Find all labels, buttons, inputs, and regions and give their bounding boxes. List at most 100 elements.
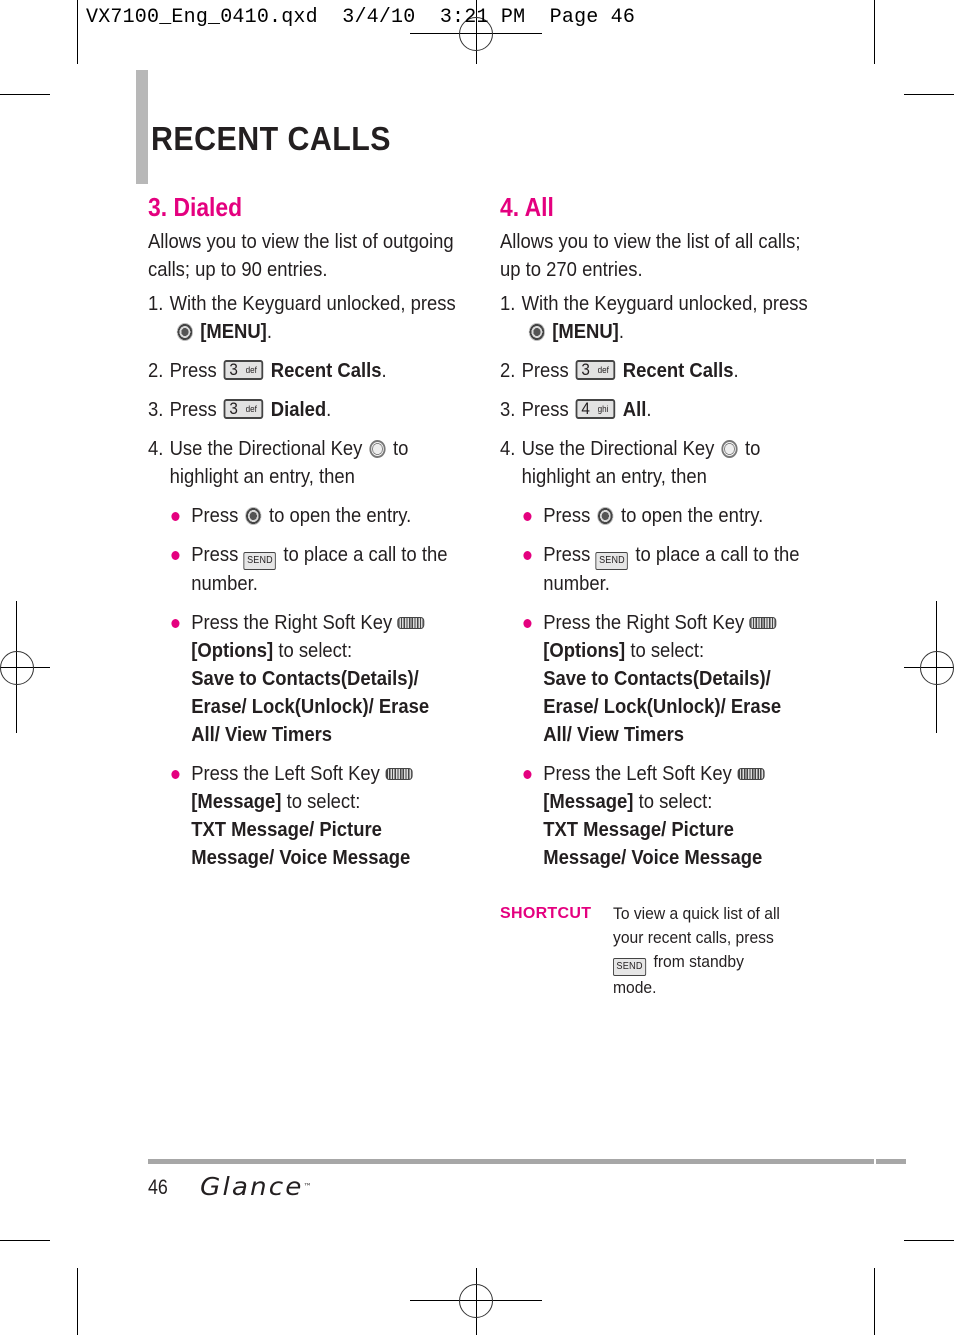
step-number: 2. (500, 359, 516, 382)
bullet-bold: [Options] (543, 639, 626, 662)
ok-key-icon (245, 507, 262, 525)
bullet-message: Press the Left Soft Key [Message] to sel… (500, 760, 813, 872)
options-list: TXT Message/ Picture Message/ Voice Mess… (543, 818, 763, 869)
punct: . (618, 320, 624, 343)
key-digit: 3 (581, 360, 590, 379)
key-3-icon: 3 def (223, 399, 264, 419)
step-1: 1. With the Keyguard unlocked, press [MEN… (148, 290, 467, 346)
step-text: Press (521, 398, 569, 421)
bullet-text: Press the Right Soft Key (543, 611, 745, 634)
bullet-text: Press the Right Soft Key (191, 611, 393, 634)
step-4: 4. Use the Directional Key to highlight a… (148, 435, 467, 491)
step-text: With the Keyguard unlocked, press (521, 292, 808, 315)
step-bold: Dialed (270, 398, 327, 421)
bullet-dot-icon (171, 551, 180, 560)
bullet-message: Press the Left Soft Key [Message] to sel… (148, 760, 461, 872)
send-key-icon: SEND (243, 552, 277, 570)
step-number: 1. (500, 292, 516, 315)
bullet-dot-icon (171, 512, 180, 521)
section-all: 4. All Allows you to view the list of al… (500, 190, 810, 883)
key-4-icon: 4 ghi (575, 399, 616, 419)
bullet-text: Press (191, 543, 239, 566)
registration-mark (0, 651, 34, 685)
bullet-text: to select: (286, 790, 361, 813)
send-key-icon: SEND (595, 552, 629, 570)
key-letters: def (597, 365, 609, 375)
step-number: 3. (148, 398, 164, 421)
bullet-options: Press the Right Soft Key [Options] to se… (500, 609, 813, 749)
right-soft-key-icon (749, 617, 777, 629)
bullet-options: Press the Right Soft Key [Options] to se… (148, 609, 461, 749)
bullet-place-call: Press SEND to place a call to the number. (500, 541, 813, 598)
bullet-text: Press the Left Soft Key (191, 762, 380, 785)
shortcut-text: To view a quick list of all your recent … (613, 902, 788, 1000)
bullet-text: to select: (630, 639, 705, 662)
key-digit: 4 (581, 399, 590, 418)
bullet-dot-icon (523, 551, 532, 560)
bullet-text: Press (543, 504, 591, 527)
crop-mark (0, 94, 50, 95)
section-dialed: 3. Dialed Allows you to view the list of… (148, 190, 458, 883)
directional-key-icon (721, 440, 738, 458)
bullet-dot-icon (523, 770, 532, 779)
step-text: Press (169, 359, 217, 382)
crop-mark (874, 1268, 875, 1335)
ok-key-icon (597, 507, 614, 525)
shortcut-label: SHORTCUT (500, 905, 592, 922)
right-soft-key-icon (397, 617, 425, 629)
print-slug: VX7100_Eng_0410.qxd 3/4/10 3:21 PM Page … (86, 6, 636, 29)
key-letters: def (245, 404, 257, 414)
bullet-text: to select: (278, 639, 353, 662)
footer-rule (148, 1159, 874, 1164)
footer-rule (876, 1159, 906, 1164)
key-digit: 3 (229, 399, 238, 418)
bullet-open-entry: Press to open the entry. (500, 502, 813, 530)
bullet-bold: [Options] (191, 639, 274, 662)
left-soft-key-icon (737, 768, 765, 780)
key-digit: 3 (229, 360, 238, 379)
ok-key-icon (528, 323, 545, 341)
bullet-text: to open the entry. (620, 504, 764, 527)
crop-mark (77, 0, 78, 64)
step-bold: [MENU] (552, 320, 619, 343)
bullet-dot-icon (171, 619, 180, 628)
bullet-dot-icon (523, 512, 532, 521)
left-soft-key-icon (385, 768, 413, 780)
step-1: 1. With the Keyguard unlocked, press [MEN… (500, 290, 819, 346)
section-title: 4. All (500, 192, 554, 222)
crop-mark (0, 1240, 50, 1241)
crop-mark (904, 94, 954, 95)
crop-mark (77, 1268, 78, 1335)
crop-mark (874, 0, 875, 64)
punct: . (381, 359, 387, 382)
punct: . (266, 320, 272, 343)
key-3-icon: 3 def (575, 360, 616, 380)
punct: . (733, 359, 739, 382)
registration-mark (920, 651, 954, 685)
crop-mark (904, 1240, 954, 1241)
step-text: Use the Directional Key (521, 437, 715, 460)
step-2: 2. Press 3 def Recent Calls. (500, 357, 819, 385)
brand-name: Glance (200, 1172, 304, 1201)
send-key-icon: SEND (613, 958, 647, 976)
punct: . (326, 398, 332, 421)
section-intro: Allows you to view the list of all calls… (500, 230, 801, 281)
step-number: 1. (148, 292, 164, 315)
bullet-dot-icon (523, 619, 532, 628)
registration-mark (459, 1284, 493, 1318)
page-number: 46 (148, 1176, 168, 1199)
options-list: Save to Contacts(Details)/ Erase/ Lock(U… (191, 667, 430, 746)
bullet-dot-icon (171, 770, 180, 779)
options-list: Save to Contacts(Details)/ Erase/ Lock(U… (543, 667, 782, 746)
step-number: 2. (148, 359, 164, 382)
step-bold: Recent Calls (270, 359, 382, 382)
ok-key-icon (176, 323, 193, 341)
directional-key-icon (369, 440, 386, 458)
title-accent-bar (136, 70, 148, 184)
step-bold: Recent Calls (622, 359, 734, 382)
step-number: 3. (500, 398, 516, 421)
bullet-text: Press (191, 504, 239, 527)
section-intro: Allows you to view the list of outgoing … (148, 230, 454, 281)
step-bold: All (622, 398, 647, 421)
bullet-bold: [Message] (191, 790, 282, 813)
